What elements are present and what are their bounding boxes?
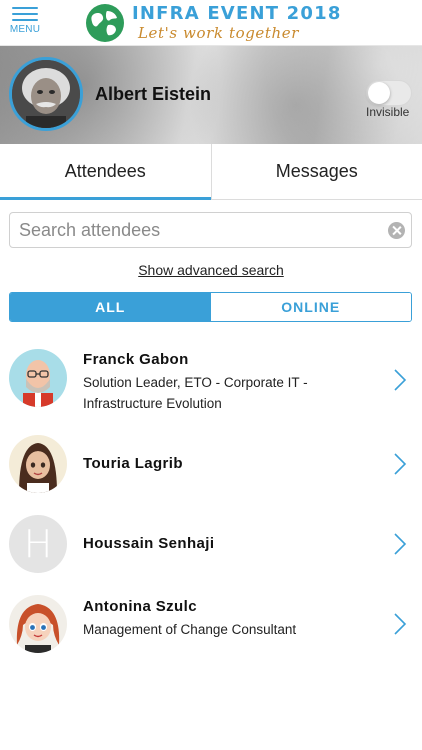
search-box xyxy=(9,212,412,248)
advanced-search-link[interactable]: Show advanced search xyxy=(138,262,284,278)
event-title: INFRA EVENT 2018 xyxy=(132,3,342,24)
attendee-name: Houssain Senhaji xyxy=(83,535,215,552)
attendee-title: Solution Leader, ETO - Corporate IT - In… xyxy=(83,375,308,411)
advanced-search-wrapper: Show advanced search xyxy=(0,262,422,278)
event-tagline: Let's work together xyxy=(138,24,300,42)
attendee-name: Touria Lagrib xyxy=(83,455,183,472)
globe-icon xyxy=(86,4,124,42)
presence-filter: ALL ONLINE xyxy=(9,292,412,322)
chevron-right-icon xyxy=(394,533,407,555)
chevron-right-icon xyxy=(394,369,407,391)
event-logo: INFRA EVENT 2018 Let's work together xyxy=(86,2,342,44)
clear-search-icon[interactable] xyxy=(388,222,405,239)
tab-attendees[interactable]: Attendees xyxy=(0,144,211,200)
attendee-avatar xyxy=(9,435,67,493)
attendee-title: Management of Change Consultant xyxy=(83,622,297,637)
toggle-knob xyxy=(368,82,390,104)
hamburger-icon xyxy=(12,6,38,22)
attendee-row[interactable]: Antonina Szulc Management of Change Cons… xyxy=(0,588,422,664)
profile-name: Albert Eistein xyxy=(95,84,212,104)
menu-button[interactable]: MENU xyxy=(8,6,42,40)
menu-label: MENU xyxy=(9,24,41,35)
attendee-avatar-initial: H xyxy=(9,515,67,573)
filter-all[interactable]: ALL xyxy=(10,293,211,321)
filter-online[interactable]: ONLINE xyxy=(210,293,411,321)
chevron-right-icon xyxy=(394,453,407,475)
attendee-name: Franck Gabon xyxy=(83,351,189,368)
visibility-toggle[interactable] xyxy=(366,80,412,106)
attendee-row[interactable]: H Houssain Senhaji xyxy=(0,508,422,580)
app-header: MENU INFRA EVENT 2018 Let's work togethe… xyxy=(0,0,422,46)
attendee-row[interactable]: Franck Gabon Solution Leader, ETO - Corp… xyxy=(0,340,422,420)
visibility-label: Invisible xyxy=(366,105,410,119)
search-input[interactable] xyxy=(10,213,380,247)
profile-banner: Albert Eistein xyxy=(0,46,422,144)
chevron-right-icon xyxy=(394,613,407,635)
tab-messages[interactable]: Messages xyxy=(210,144,422,199)
profile-avatar[interactable] xyxy=(9,57,83,131)
attendee-avatar xyxy=(9,349,67,407)
attendee-avatar xyxy=(9,595,67,653)
attendee-name: Antonina Szulc xyxy=(83,598,197,615)
tab-bar: Attendees Messages xyxy=(0,144,422,200)
attendee-row[interactable]: Touria Lagrib xyxy=(0,428,422,500)
